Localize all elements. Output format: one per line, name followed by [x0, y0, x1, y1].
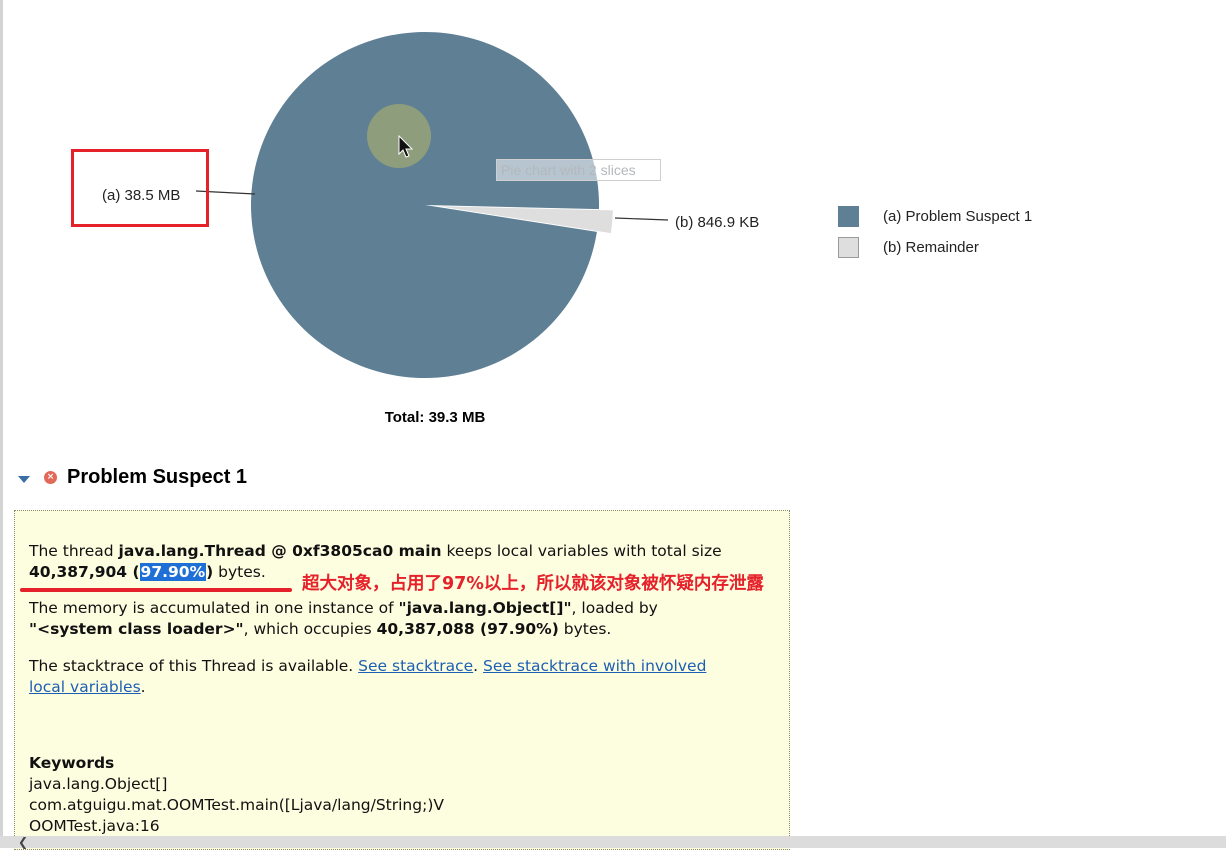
keywords-block: Keywords java.lang.Object[] com.atguigu.…: [29, 753, 444, 837]
legend-swatch-b: [838, 237, 859, 258]
p1-text-a: The thread: [29, 542, 119, 560]
legend-item-b: (b) Remainder: [838, 232, 1032, 263]
p3-text-a: The stacktrace of this Thread is availab…: [29, 657, 359, 675]
mouse-cursor-icon: [398, 135, 414, 158]
legend-item-a: (a) Problem Suspect 1: [838, 201, 1032, 232]
keyword-item: OOMTest.java:16: [29, 817, 160, 835]
p1-text-b: keeps local variables with total size: [441, 542, 722, 560]
error-icon: ×: [44, 471, 57, 484]
scroll-left-icon[interactable]: ❮: [18, 836, 28, 848]
local-variables-link[interactable]: local variables: [29, 678, 141, 696]
keywords-title: Keywords: [29, 754, 115, 772]
annotation-note: 超大对象，占用了97%以上，所以就该对象被怀疑内存泄露: [302, 574, 764, 594]
object-class: "java.lang.Object[]": [398, 599, 572, 617]
keyword-item: com.atguigu.mat.OOMTest.main([Ljava/lang…: [29, 796, 444, 814]
annotation-underline: [20, 588, 292, 592]
total-size: 40,387,904 (: [29, 563, 140, 581]
legend-label-a: (a) Problem Suspect 1: [883, 208, 1033, 225]
legend-label-b: (b) Remainder: [883, 239, 979, 256]
chart-total: Total: 39.3 MB: [384, 409, 486, 426]
section-title: Problem Suspect 1: [67, 466, 248, 488]
p3-dot: .: [473, 657, 484, 675]
annotation-box: [71, 149, 209, 227]
chart-legend: (a) Problem Suspect 1 (b) Remainder: [838, 201, 1032, 263]
chart-tooltip: Pie chart with 2 slices: [496, 159, 661, 181]
occupied-size: 40,387,088 (97.90%): [376, 620, 559, 638]
p2-text-d: bytes.: [558, 620, 612, 638]
suspect-panel: The thread java.lang.Thread @ 0xf3805ca0…: [14, 510, 790, 850]
p1-text-c: bytes.: [213, 563, 266, 581]
horizontal-scrollbar[interactable]: [0, 836, 1226, 848]
thread-name: java.lang.Thread @ 0xf3805ca0 main: [118, 542, 442, 560]
see-stacktrace-variables-link[interactable]: See stacktrace with involved: [483, 657, 706, 675]
paragraph-memory: The memory is accumulated in one instanc…: [29, 598, 658, 640]
paragraph-stacktrace: The stacktrace of this Thread is availab…: [29, 656, 706, 698]
p3-end: .: [140, 678, 146, 696]
slice-label-b: (b) 846.9 KB: [675, 214, 759, 231]
p2-text-a: The memory is accumulated in one instanc…: [29, 599, 399, 617]
see-stacktrace-link[interactable]: See stacktrace: [358, 657, 473, 675]
collapse-toggle-icon[interactable]: [18, 476, 30, 483]
pie-slice-a[interactable]: [251, 31, 600, 378]
percentage-highlight: 97.90%: [139, 563, 207, 581]
section-header[interactable]: × Problem Suspect 1: [18, 466, 247, 489]
keyword-item: java.lang.Object[]: [29, 775, 168, 793]
legend-swatch-a: [838, 206, 859, 227]
leader-line-b: [614, 217, 669, 221]
p2-text-b: , loaded by: [571, 599, 658, 617]
p2-text-c: , which occupies: [243, 620, 377, 638]
class-loader: "<system class loader>": [29, 620, 244, 638]
